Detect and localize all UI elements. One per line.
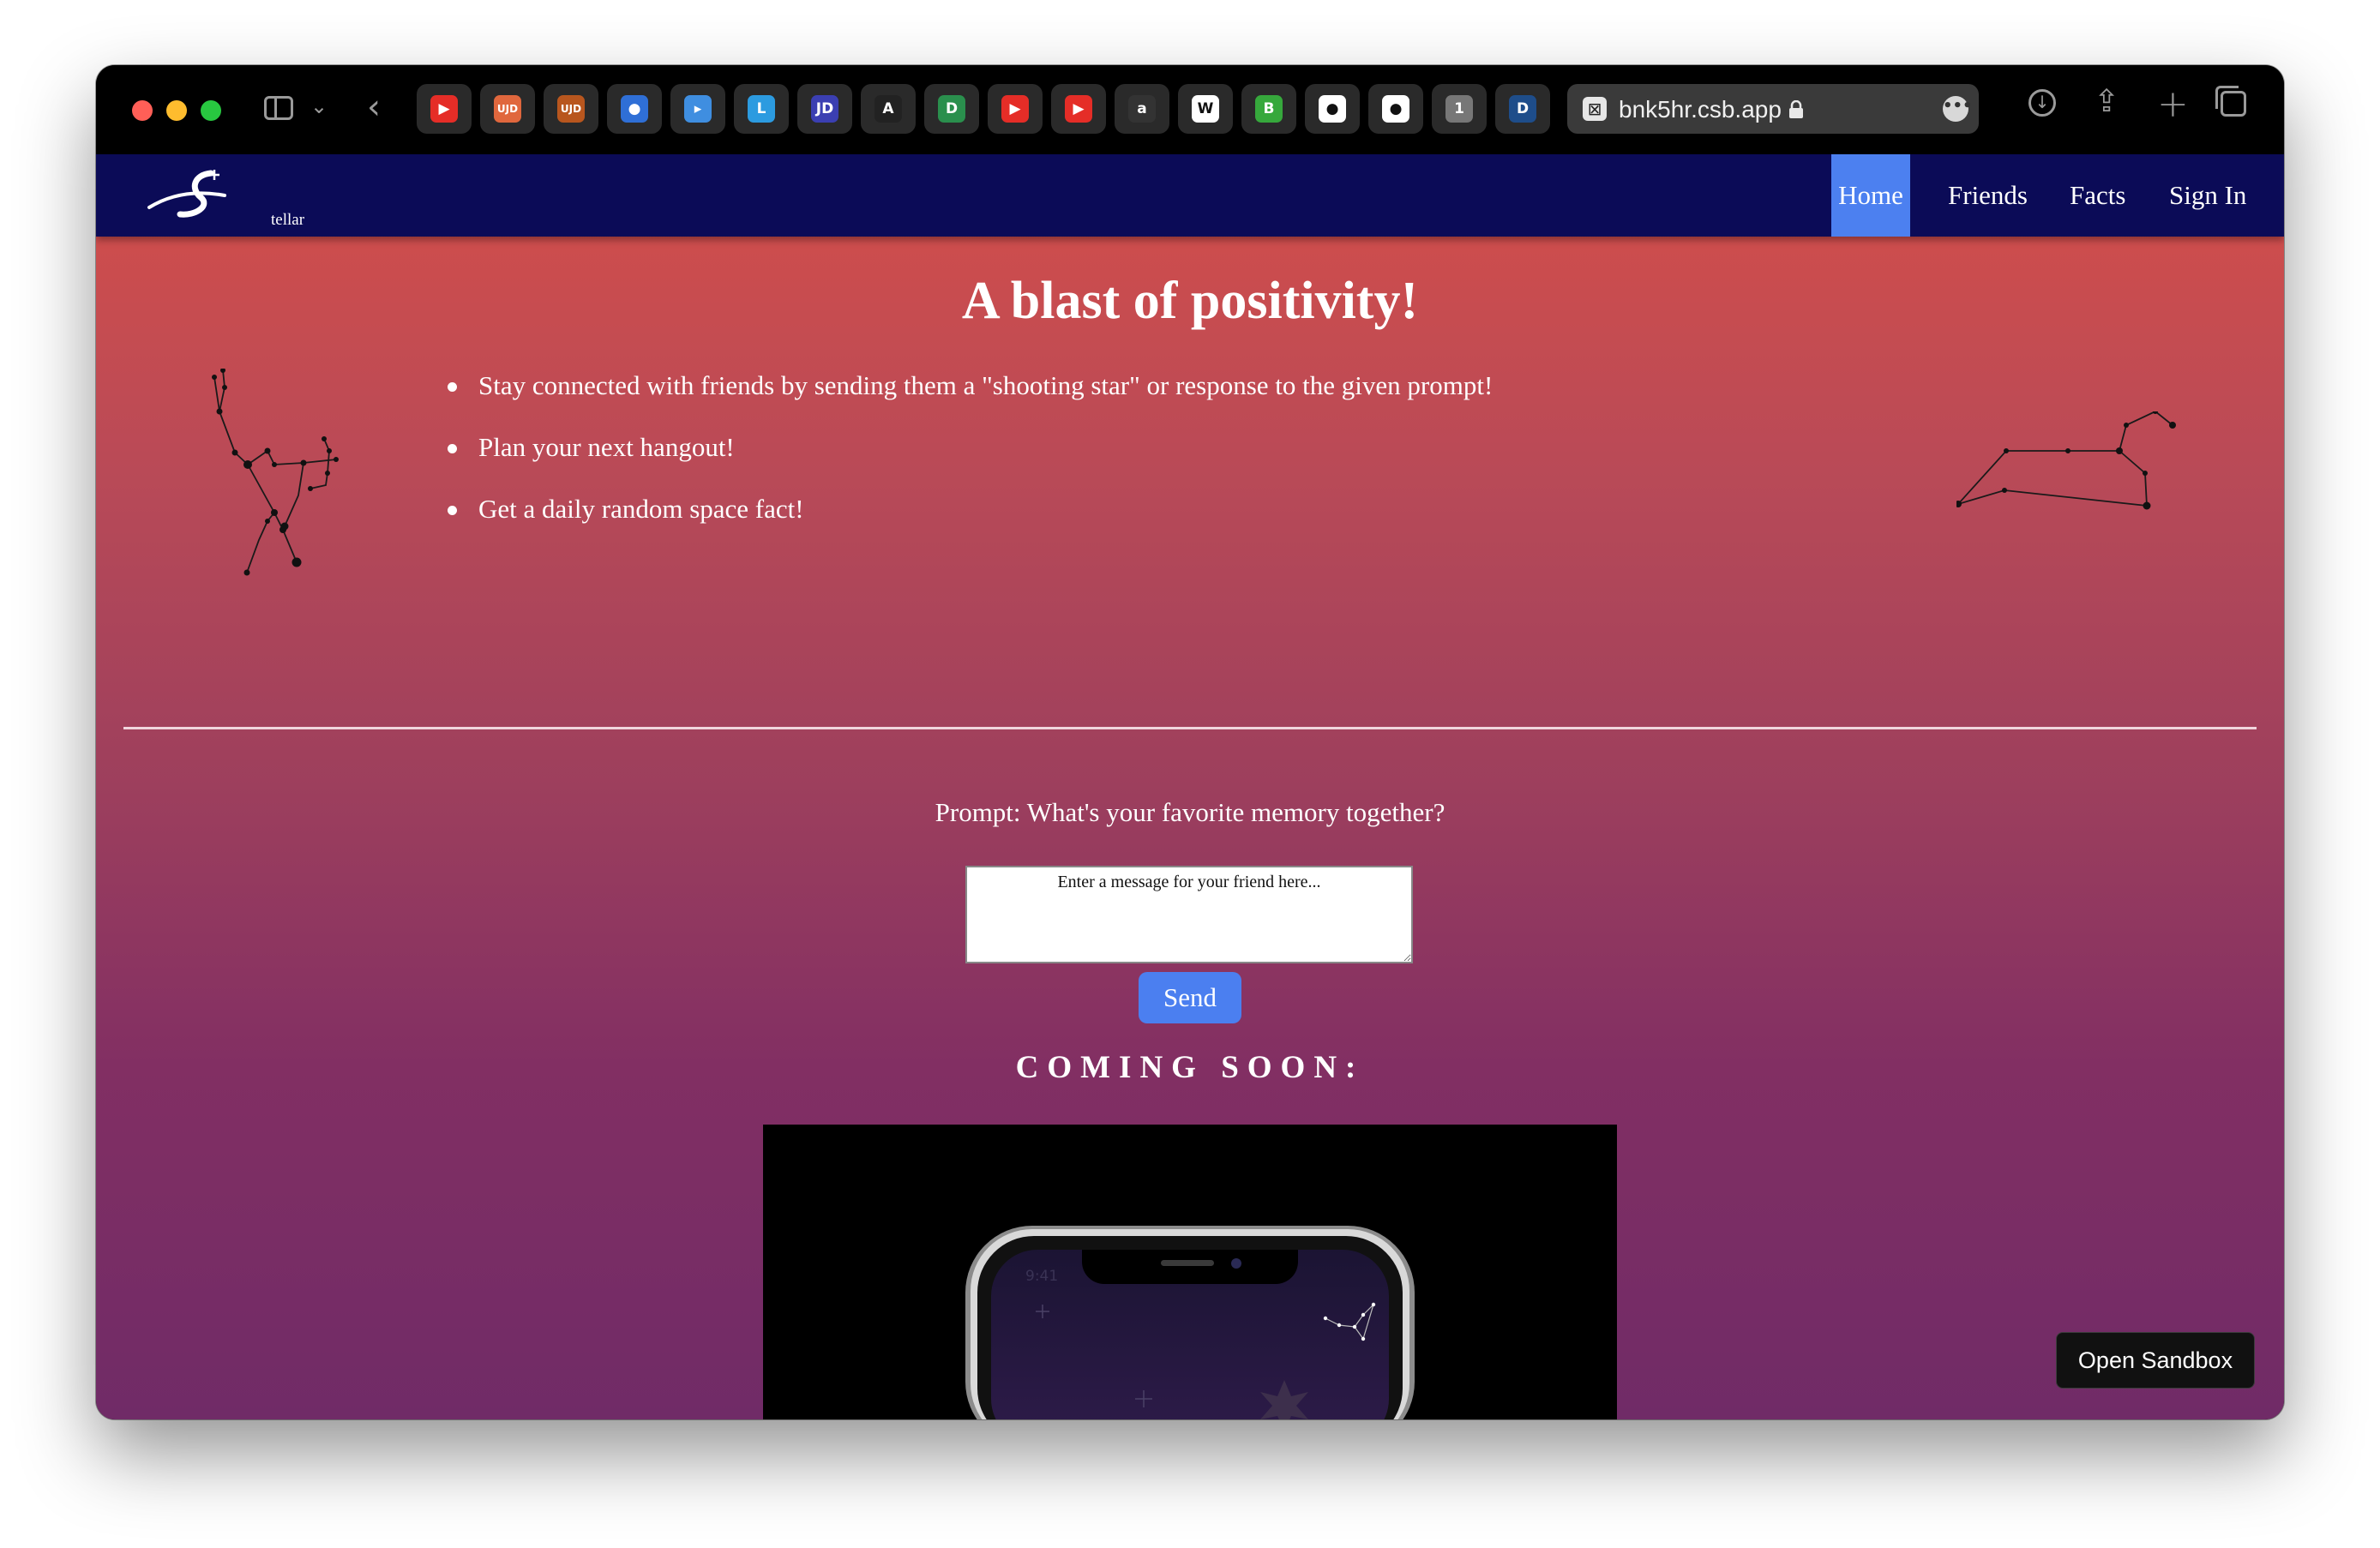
nav-home-link[interactable]: Home: [1831, 154, 1910, 237]
jd-icon: JD: [811, 95, 838, 123]
nav-sign-in-link[interactable]: Sign In: [2162, 154, 2253, 237]
feature-list: Stay connected with friends by sending t…: [448, 369, 1493, 554]
stellar-logo[interactable]: tellar: [146, 166, 304, 229]
tab-overview-icon[interactable]: [2215, 86, 2246, 117]
browser-tab[interactable]: UJD: [544, 84, 598, 134]
youtube-icon: ▶: [1065, 95, 1092, 123]
browser-tab[interactable]: A: [861, 84, 916, 134]
browser-tab[interactable]: ●: [1305, 84, 1360, 134]
ujd-orange-icon: UJD: [494, 95, 521, 123]
chevron-down-icon[interactable]: ⌄: [310, 94, 328, 118]
a-circle-icon: a: [1128, 95, 1156, 123]
download-icon[interactable]: ↓: [2028, 89, 2056, 117]
leo-constellation-icon: [1956, 411, 2176, 510]
lock-icon: [1789, 100, 1803, 118]
friend-message-input[interactable]: [965, 866, 1413, 963]
browser-tab[interactable]: ▶: [988, 84, 1043, 134]
bookmark-blue-icon: ▸: [684, 95, 712, 123]
logo-subtext: tellar: [271, 211, 305, 229]
wikipedia-icon: W: [1192, 95, 1219, 123]
github-icon: ●: [1319, 95, 1346, 123]
close-window-button[interactable]: [132, 100, 153, 121]
minimize-window-button[interactable]: [166, 100, 187, 121]
browser-tab[interactable]: ▶: [417, 84, 472, 134]
new-tab-icon[interactable]: +: [2157, 82, 2189, 126]
pinned-tabs: ▶ UJD UJD ● ▸ L JD A D ▶ ▶ a W B ● ● 1 D: [417, 84, 1550, 135]
blue-letter-icon: L: [748, 95, 775, 123]
d-circle-icon: D: [1509, 95, 1536, 123]
youtube-icon: ▶: [430, 95, 458, 123]
app-preview-image: 9:41: [763, 1125, 1617, 1419]
open-sandbox-button[interactable]: Open Sandbox: [2056, 1332, 2255, 1389]
github-icon: ●: [1382, 95, 1409, 123]
browser-tab[interactable]: ●: [1368, 84, 1423, 134]
ujd-dark-icon: UJD: [557, 95, 585, 123]
feature-item: Plan your next hangout!: [448, 430, 1493, 492]
nav-friends-link[interactable]: Friends: [1941, 154, 2034, 237]
back-arrow-icon[interactable]: ‹: [367, 87, 381, 127]
browser-tab[interactable]: UJD: [480, 84, 535, 134]
browser-tab[interactable]: D: [924, 84, 979, 134]
sidebar-toggle-icon[interactable]: [264, 96, 293, 120]
logo-swoosh-icon: [147, 170, 226, 218]
prompt-text: Prompt: What's your favorite memory toge…: [935, 797, 1445, 827]
browser-tab[interactable]: a: [1115, 84, 1169, 134]
browser-tab[interactable]: ▶: [1051, 84, 1106, 134]
feature-item: Stay connected with friends by sending t…: [448, 369, 1493, 430]
blue-dot-icon: ●: [621, 95, 648, 123]
phone-time-text: 9:41: [1025, 1268, 1058, 1285]
browser-tab[interactable]: JD: [797, 84, 852, 134]
browser-window: ⌄ ‹ ▶ UJD UJD ● ▸ L JD A D ▶ ▶ a W B ● ● 1 D ⊠ bnk5hr.csb…: [96, 65, 2284, 1419]
page-title: A blast of positivity!: [961, 272, 1419, 330]
angular-icon: A: [874, 95, 902, 123]
page-viewport: tellar Home Friends Facts Sign In A blas…: [96, 154, 2284, 1419]
coming-soon-heading: COMING SOON:: [1015, 1050, 1365, 1085]
section-divider: [123, 727, 2257, 729]
codesandbox-favicon-icon: ⊠: [1583, 97, 1607, 121]
site-navbar: tellar Home Friends Facts Sign In: [96, 154, 2284, 237]
orion-constellation-icon: [212, 369, 339, 576]
number-one-icon: 1: [1445, 95, 1473, 123]
browser-tab[interactable]: D: [1495, 84, 1550, 134]
more-options-icon[interactable]: •••: [1943, 96, 1973, 122]
phone-mockup-image: 9:41: [965, 1226, 1415, 1419]
browser-tab[interactable]: ●: [607, 84, 662, 134]
browser-toolbar: ⌄ ‹ ▶ UJD UJD ● ▸ L JD A D ▶ ▶ a W B ● ● 1 D ⊠ bnk5hr.csb…: [96, 65, 2284, 154]
youtube-icon: ▶: [1001, 95, 1029, 123]
green-square-icon: B: [1255, 95, 1283, 123]
nav-facts-link[interactable]: Facts: [2063, 154, 2132, 237]
green-d-icon: D: [938, 95, 965, 123]
feature-item: Get a daily random space fact!: [448, 492, 1493, 554]
browser-tab[interactable]: L: [734, 84, 789, 134]
browser-tab[interactable]: 1: [1432, 84, 1487, 134]
browser-tab[interactable]: B: [1241, 84, 1296, 134]
share-icon[interactable]: ⇪: [2094, 84, 2119, 119]
zoom-window-button[interactable]: [201, 100, 221, 121]
browser-tab[interactable]: W: [1178, 84, 1233, 134]
browser-tab[interactable]: ▸: [670, 84, 725, 134]
url-text: bnk5hr.csb.app: [1619, 96, 1782, 123]
address-bar[interactable]: ⊠ bnk5hr.csb.app •••: [1567, 84, 1979, 134]
send-button[interactable]: Send: [1139, 972, 1241, 1023]
